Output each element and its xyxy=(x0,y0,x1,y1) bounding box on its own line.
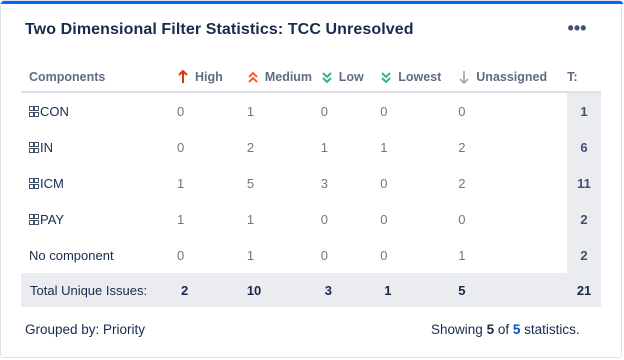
showing-of: of xyxy=(497,322,510,337)
gadget-accent-bar xyxy=(1,1,623,4)
component-cell[interactable]: CON xyxy=(21,92,177,129)
priority-medium-icon xyxy=(248,71,258,83)
grouped-by-label: Grouped by: Priority xyxy=(25,322,146,337)
header-low[interactable]: Low xyxy=(320,63,381,93)
count-lowest[interactable]: 1 xyxy=(380,129,458,165)
count-high[interactable]: 1 xyxy=(177,165,247,201)
component-link[interactable]: CON xyxy=(40,104,69,119)
table-row: PAY 1 1 0 0 0 2 xyxy=(21,201,601,237)
showing-total: 5 xyxy=(512,322,521,337)
count-medium[interactable]: 1 xyxy=(247,201,321,237)
count-total[interactable]: 2 xyxy=(567,237,601,273)
component-cell[interactable]: PAY xyxy=(21,201,177,237)
table-row: ICM 1 5 3 0 2 11 xyxy=(21,165,601,201)
component-link[interactable]: IN xyxy=(40,140,53,155)
count-high[interactable]: 0 xyxy=(177,92,247,129)
count-high[interactable]: 0 xyxy=(177,237,247,273)
count-low[interactable]: 0 xyxy=(321,201,381,237)
table-row: No component 0 1 0 0 1 2 xyxy=(21,237,601,273)
count-unassigned[interactable]: 0 xyxy=(458,92,567,129)
count-lowest[interactable]: 0 xyxy=(380,92,458,129)
totals-label: Total Unique Issues: xyxy=(21,273,178,307)
header-unassigned[interactable]: Unassigned xyxy=(458,63,568,93)
component-cell[interactable]: No component xyxy=(21,237,177,273)
total-low[interactable]: 3 xyxy=(320,273,381,307)
header-lowest[interactable]: Lowest xyxy=(380,63,459,93)
count-unassigned[interactable]: 0 xyxy=(458,201,567,237)
priority-high-icon xyxy=(178,70,188,83)
filter-statistics-gadget: Two Dimensional Filter Statistics: TCC U… xyxy=(0,0,623,358)
count-total[interactable]: 1 xyxy=(567,92,601,129)
priority-unassigned-icon xyxy=(459,71,469,84)
showing-statistics-text: Showing 5 of 5 statistics. xyxy=(431,322,580,337)
count-low[interactable]: 0 xyxy=(321,237,381,273)
gadget-title: Two Dimensional Filter Statistics: TCC U… xyxy=(25,21,414,38)
total-lowest[interactable]: 1 xyxy=(380,273,459,307)
component-link[interactable]: No component xyxy=(29,248,114,263)
count-medium[interactable]: 1 xyxy=(247,237,321,273)
showing-suffix: statistics. xyxy=(524,322,580,337)
table-row: CON 0 1 0 0 0 1 xyxy=(21,92,601,129)
component-icon xyxy=(29,177,39,189)
header-medium[interactable]: Medium xyxy=(246,63,321,93)
total-unassigned[interactable]: 5 xyxy=(458,273,568,307)
table-header-row: Components High Medium Low Lowest Unassi… xyxy=(21,63,601,93)
more-options-icon[interactable]: ••• xyxy=(566,19,588,39)
count-lowest[interactable]: 0 xyxy=(380,237,458,273)
count-unassigned[interactable]: 2 xyxy=(458,165,567,201)
statistics-table: Components High Medium Low Lowest Unassi… xyxy=(21,63,601,307)
count-total[interactable]: 11 xyxy=(567,165,601,201)
count-low[interactable]: 0 xyxy=(321,92,381,129)
count-unassigned[interactable]: 2 xyxy=(458,129,567,165)
component-icon xyxy=(29,213,39,225)
showing-prefix: Showing xyxy=(431,322,483,337)
count-lowest[interactable]: 0 xyxy=(380,201,458,237)
count-medium[interactable]: 5 xyxy=(247,165,321,201)
component-cell[interactable]: IN xyxy=(21,129,177,165)
totals-row: Total Unique Issues: 2 10 3 1 5 21 xyxy=(21,273,601,307)
component-link[interactable]: ICM xyxy=(40,176,64,191)
priority-lowest-icon xyxy=(381,72,391,84)
priority-low-icon xyxy=(322,72,332,84)
total-all[interactable]: 21 xyxy=(567,273,601,307)
count-lowest[interactable]: 0 xyxy=(380,165,458,201)
count-high[interactable]: 0 xyxy=(177,129,247,165)
count-high[interactable]: 1 xyxy=(177,201,247,237)
component-link[interactable]: PAY xyxy=(40,212,64,227)
total-medium[interactable]: 10 xyxy=(246,273,321,307)
count-medium[interactable]: 1 xyxy=(247,92,321,129)
header-components[interactable]: Components xyxy=(21,63,178,93)
component-cell[interactable]: ICM xyxy=(21,165,177,201)
header-total[interactable]: T: xyxy=(567,63,601,93)
count-low[interactable]: 3 xyxy=(321,165,381,201)
count-low[interactable]: 1 xyxy=(321,129,381,165)
count-unassigned[interactable]: 1 xyxy=(458,237,567,273)
table-row: IN 0 2 1 1 2 6 xyxy=(21,129,601,165)
component-icon xyxy=(29,105,39,117)
component-icon xyxy=(29,141,39,153)
count-total[interactable]: 2 xyxy=(567,201,601,237)
total-high[interactable]: 2 xyxy=(177,273,247,307)
showing-count: 5 xyxy=(486,322,495,337)
count-total[interactable]: 6 xyxy=(567,129,601,165)
header-high[interactable]: High xyxy=(177,63,247,93)
count-medium[interactable]: 2 xyxy=(247,129,321,165)
